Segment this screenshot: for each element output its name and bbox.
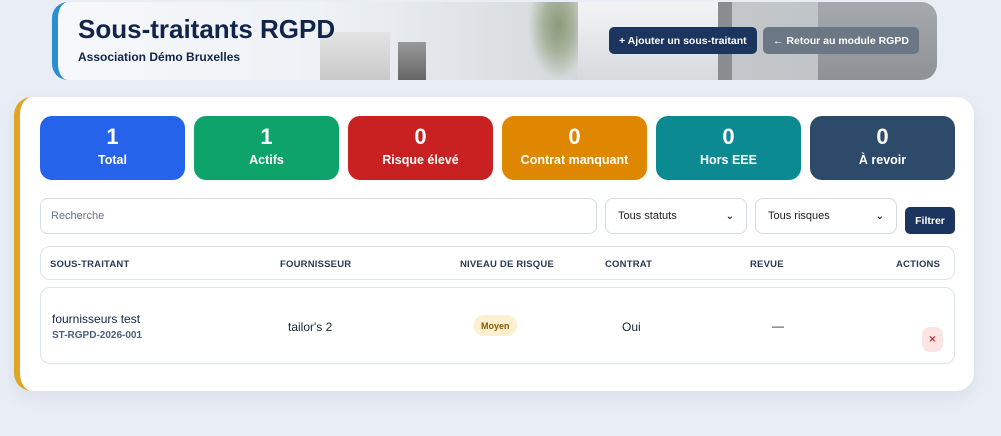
main-card: 1 Total 1 Actifs 0 Risque élevé 0 Contra… [14, 97, 974, 391]
table-header: SOUS-TRAITANT FOURNISSEUR NIVEAU DE RISQ… [40, 246, 955, 280]
stats-row: 1 Total 1 Actifs 0 Risque élevé 0 Contra… [40, 116, 955, 180]
stat-label: Risque élevé [382, 153, 459, 167]
page-title: Sous-traitants RGPD [78, 14, 336, 44]
risk-select-value: Tous risques [768, 210, 830, 222]
subprocessor-name[interactable]: fournisseurs test [52, 312, 140, 326]
stat-active[interactable]: 1 Actifs [194, 116, 339, 180]
contract-status: Oui [622, 320, 641, 334]
filter-button[interactable]: Filtrer [905, 207, 955, 234]
stat-label: À revoir [858, 153, 907, 167]
stat-missing-contract[interactable]: 0 Contrat manquant [502, 116, 647, 180]
stat-value: 1 [106, 124, 119, 149]
stat-label: Contrat manquant [520, 153, 629, 167]
status-select[interactable]: Tous statuts ⌄ [605, 198, 747, 234]
stat-value: 0 [876, 124, 889, 149]
add-subprocessor-button[interactable]: + Ajouter un sous-traitant [609, 27, 757, 54]
stat-value: 0 [414, 124, 427, 149]
delete-button[interactable]: × [922, 327, 943, 352]
table-row[interactable]: fournisseurs test ST-RGPD-2026-001 tailo… [40, 287, 955, 364]
risk-select[interactable]: Tous risques ⌄ [755, 198, 897, 234]
status-select-value: Tous statuts [618, 210, 677, 222]
back-to-module-button[interactable]: ← Retour au module RGPD [763, 27, 919, 54]
page-header: Sous-traitants RGPD Association Démo Bru… [52, 2, 937, 80]
stat-value: 0 [722, 124, 735, 149]
chevron-down-icon: ⌄ [725, 210, 734, 222]
column-header-supplier: FOURNISSEUR [280, 259, 352, 270]
review-status: — [772, 319, 784, 333]
stat-value: 1 [260, 124, 273, 149]
stat-to-review[interactable]: 0 À revoir [810, 116, 955, 180]
column-header-review: REVUE [750, 259, 784, 270]
column-header-actions: ACTIONS [896, 259, 941, 270]
supplier-name: tailor's 2 [288, 320, 333, 334]
stat-high-risk[interactable]: 0 Risque élevé [348, 116, 493, 180]
stat-total[interactable]: 1 Total [40, 116, 185, 180]
search-input[interactable] [40, 198, 597, 234]
stat-label: Total [98, 153, 127, 167]
column-header-contract: CONTRAT [605, 259, 653, 270]
organization-name: Association Démo Bruxelles [78, 50, 241, 64]
risk-badge: Moyen [474, 315, 517, 336]
stat-value: 0 [568, 124, 581, 149]
chevron-down-icon: ⌄ [875, 210, 884, 222]
column-header-subprocessor: SOUS-TRAITANT [50, 259, 130, 270]
close-icon: × [928, 334, 937, 345]
stat-label: Actifs [249, 153, 284, 167]
stat-outside-eea[interactable]: 0 Hors EEE [656, 116, 801, 180]
column-header-risk-level: NIVEAU DE RISQUE [460, 259, 554, 270]
stat-label: Hors EEE [700, 153, 757, 167]
subprocessor-reference: ST-RGPD-2026-001 [52, 330, 143, 341]
